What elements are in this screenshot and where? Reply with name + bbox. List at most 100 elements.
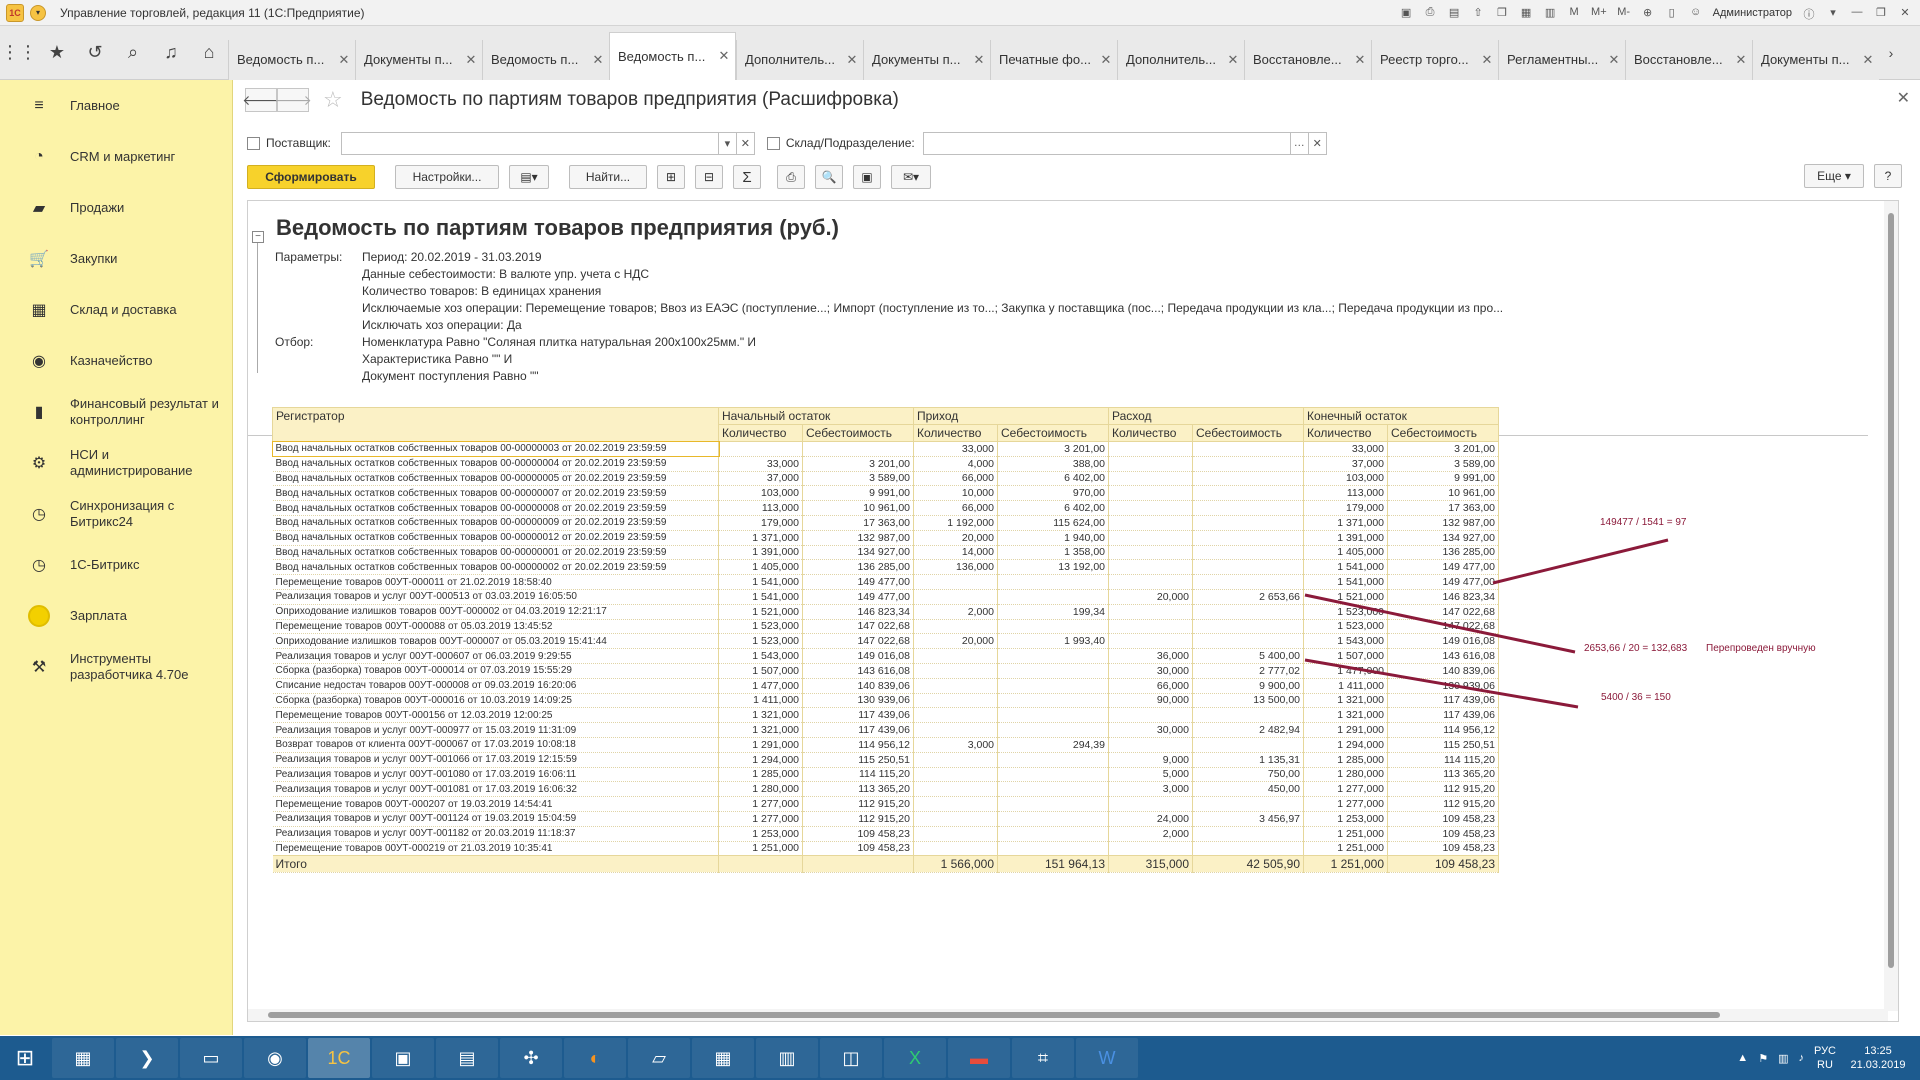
value-cell[interactable] [1192,441,1304,457]
taskbar-excel-icon[interactable]: X [884,1038,946,1078]
value-cell[interactable] [913,693,998,709]
value-cell[interactable] [1108,545,1193,561]
value-cell[interactable]: 1 521,000 [1303,589,1388,605]
value-cell[interactable]: 1 523,000 [718,619,803,635]
value-cell[interactable]: 3 201,00 [1387,441,1499,457]
value-cell[interactable]: 1 135,31 [1192,752,1304,768]
tab-9[interactable]: Реестр торго... ✕ [1371,39,1498,80]
tray-network-icon[interactable]: ▥ [1778,1052,1788,1065]
sidebar-item-3[interactable]: 🛒 Закупки [0,233,232,284]
value-cell[interactable]: 1 541,000 [718,589,803,605]
clock[interactable]: 13:25 21.03.2019 [1846,1044,1910,1072]
value-cell[interactable]: 147 022,68 [1387,619,1499,635]
value-cell[interactable]: 970,00 [997,485,1109,502]
value-cell[interactable]: 388,00 [997,456,1109,472]
value-cell[interactable]: 450,00 [1192,781,1304,798]
value-cell[interactable]: 117 439,06 [802,707,914,724]
value-cell[interactable] [997,722,1109,738]
table-row[interactable]: Реализация товаров и услуг 00УТ-001124 о… [272,811,1499,827]
value-cell[interactable]: 109 458,23 [1387,841,1499,857]
value-cell[interactable]: 136 285,00 [1387,545,1499,561]
tab-close-icon[interactable]: ✕ [1353,52,1367,68]
sidebar-item-7[interactable]: ⚙ НСИ и администрирование [0,437,232,488]
vertical-scroll-thumb[interactable] [1888,213,1894,968]
warehouse-clear-icon[interactable]: ✕ [1308,131,1327,155]
registrar-cell[interactable]: Ввод начальных остатков собственных това… [272,500,719,516]
tab-7[interactable]: Дополнитель... ✕ [1117,39,1244,80]
close-form-icon[interactable]: ✕ [1897,88,1910,108]
registrar-cell[interactable]: Реализация товаров и услуг 00УТ-000977 о… [272,722,719,738]
value-cell[interactable] [913,796,998,812]
user-name[interactable]: Администратор [1713,7,1792,19]
table-row[interactable]: Сборка (разборка) товаров 00УТ-000014 от… [272,663,1499,679]
value-cell[interactable]: 66,000 [913,500,998,516]
table-row[interactable]: Ввод начальных остатков собственных това… [272,559,1499,576]
table-row[interactable]: Перемещение товаров 00УТ-000011 от 21.02… [272,574,1499,590]
favorite-star-icon[interactable]: ☆ [323,87,343,113]
value-cell[interactable]: 130 939,06 [1387,678,1499,694]
value-cell[interactable] [1108,500,1193,516]
value-cell[interactable]: 1 541,000 [1303,559,1388,576]
restore-icon[interactable]: ❐ [1874,6,1888,20]
taskbar-notes-icon[interactable]: ▱ [628,1038,690,1078]
value-cell[interactable]: 134 927,00 [1387,530,1499,546]
value-cell[interactable] [1108,619,1193,635]
tray-flag-icon[interactable]: ⚑ [1758,1052,1768,1065]
sidebar-item-1[interactable]: ◔ CRM и маркетинг [0,131,232,182]
value-cell[interactable]: 136 285,00 [802,559,914,576]
value-cell[interactable] [913,752,998,768]
value-cell[interactable]: 140 839,06 [1387,663,1499,679]
value-cell[interactable] [1108,604,1193,620]
value-cell[interactable] [1108,633,1193,650]
table-row[interactable]: Реализация товаров и услуг 00УТ-001182 о… [272,826,1499,842]
value-cell[interactable] [1192,456,1304,472]
table-row[interactable]: Реализация товаров и услуг 00УТ-000607 о… [272,648,1499,664]
value-cell[interactable]: 143 616,08 [802,663,914,679]
sidebar-item-9[interactable]: ◷ 1С-Битрикс [0,539,232,590]
taskbar-toolbox-icon[interactable]: ▬ [948,1038,1010,1078]
table-row[interactable]: Оприходование излишков товаров 00УТ-0000… [272,604,1499,620]
value-cell[interactable]: 750,00 [1192,767,1304,783]
tab-10[interactable]: Регламентны... ✕ [1498,39,1625,80]
value-cell[interactable]: 5 400,00 [1192,648,1304,664]
value-cell[interactable]: 109 458,23 [1387,826,1499,842]
value-cell[interactable] [997,693,1109,709]
value-cell[interactable]: 1 477,000 [718,678,803,694]
value-cell[interactable]: 10,000 [913,485,998,502]
value-cell[interactable]: 1 253,000 [1303,811,1388,827]
print-icon[interactable]: ⎙ [1423,6,1437,20]
taskbar-word-icon[interactable]: W [1076,1038,1138,1078]
value-cell[interactable] [997,826,1109,842]
tab-close-icon[interactable]: ✕ [845,52,859,68]
value-cell[interactable] [997,648,1109,664]
registrar-cell[interactable]: Ввод начальных остатков собственных това… [271,440,720,458]
sidebar-item-6[interactable]: ▮ Финансовый результат и контроллинг [0,386,232,437]
value-cell[interactable]: 1 477,000 [1303,663,1388,679]
registrar-cell[interactable]: Реализация товаров и услуг 00УТ-001124 о… [272,811,719,827]
tabs-scroll-right-icon[interactable]: › [1879,26,1903,80]
col-registrar[interactable]: Регистратор [272,407,719,442]
tab-close-icon[interactable]: ✕ [1480,52,1494,68]
value-cell[interactable]: 1 523,000 [1303,619,1388,635]
value-cell[interactable]: 9 900,00 [1192,678,1304,694]
value-cell[interactable]: 114 956,12 [802,737,914,753]
value-cell[interactable]: 6 402,00 [997,500,1109,516]
value-cell[interactable]: 33,000 [1303,441,1388,457]
value-cell[interactable] [1108,471,1193,487]
value-cell[interactable]: 2 482,94 [1192,722,1304,738]
memory-minus-button[interactable]: M- [1617,6,1631,20]
value-cell[interactable]: 30,000 [1108,722,1193,738]
taskbar-powershell-icon[interactable]: ❯ [116,1038,178,1078]
tab-4[interactable]: Дополнитель... ✕ [736,39,863,80]
table-row[interactable]: Перемещение товаров 00УТ-000088 от 05.03… [272,619,1499,635]
tab-close-icon[interactable]: ✕ [464,52,478,68]
value-cell[interactable]: 3 201,00 [802,456,914,472]
registrar-cell[interactable]: Перемещение товаров 00УТ-000088 от 05.03… [272,619,719,635]
taskbar-explorer-icon[interactable]: ▦ [52,1038,114,1078]
apps-grid-icon[interactable]: ⋮⋮ [0,26,38,80]
sidebar-item-4[interactable]: ▦ Склад и доставка [0,284,232,335]
value-cell[interactable]: 113,000 [718,500,803,516]
taskbar-monitor-icon[interactable]: ◫ [820,1038,882,1078]
tab-11[interactable]: Восстановле... ✕ [1625,39,1752,80]
close-window-icon[interactable]: ✕ [1898,6,1912,20]
